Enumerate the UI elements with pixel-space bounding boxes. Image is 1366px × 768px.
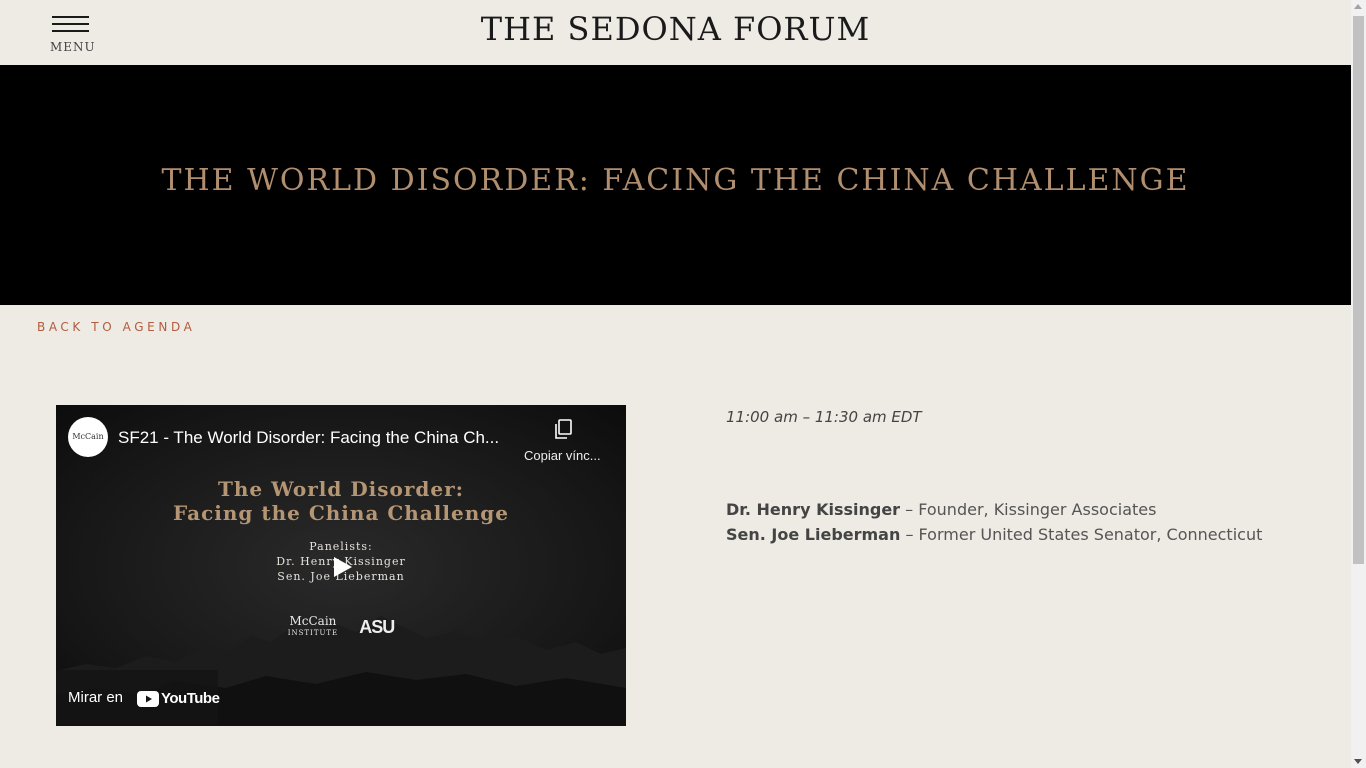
mccain-logo-text: McCain (289, 614, 337, 628)
copy-link-icon (555, 419, 572, 439)
site-title[interactable]: THE SEDONA FORUM (0, 10, 1351, 48)
speaker-role: – Founder, Kissinger Associates (900, 500, 1157, 519)
scroll-down-arrow-icon[interactable] (1354, 759, 1362, 764)
page-title: THE WORLD DISORDER: FACING THE CHINA CHA… (161, 163, 1190, 198)
hero-banner: THE WORLD DISORDER: FACING THE CHINA CHA… (0, 65, 1351, 305)
video-title[interactable]: SF21 - The World Disorder: Facing the Ch… (118, 428, 513, 448)
vertical-scrollbar[interactable] (1351, 0, 1366, 768)
thumbnail-logos: McCain INSTITUTE ASU (56, 615, 626, 639)
watch-on-label: Mirar en (68, 689, 124, 706)
watch-on-youtube-button[interactable]: Mirar en YouTube (56, 670, 220, 726)
scroll-up-arrow-icon[interactable] (1354, 4, 1362, 9)
thumbnail-title-line-1: The World Disorder: (217, 477, 465, 501)
site-header: MENU THE SEDONA FORUM (0, 0, 1351, 65)
speaker-list: Dr. Henry Kissinger – Founder, Kissinger… (726, 497, 1262, 547)
copy-link-label: Copiar vínc... (524, 448, 601, 463)
session-time: 11:00 am – 11:30 am EDT (726, 408, 922, 426)
asu-logo: ASU (359, 616, 395, 637)
mccain-logo-subtext: INSTITUTE (287, 629, 339, 637)
youtube-video-embed[interactable]: McCain Institute SF21 - The World Disord… (56, 405, 626, 726)
scrollbar-thumb[interactable] (1353, 16, 1364, 564)
play-icon[interactable] (330, 555, 354, 579)
page: MENU THE SEDONA FORUM THE WORLD DISORDER… (0, 0, 1366, 768)
speaker-row: Dr. Henry Kissinger – Founder, Kissinger… (726, 497, 1262, 522)
youtube-logo-icon: YouTube (137, 690, 220, 708)
speaker-name: Sen. Joe Lieberman (726, 525, 901, 544)
copy-link-button[interactable]: Copiar vínc... (524, 417, 614, 467)
channel-logo[interactable]: McCain Institute (68, 417, 108, 457)
thumbnail-title-line-2: Facing the China Challenge (173, 501, 509, 525)
speaker-role: – Former United States Senator, Connecti… (900, 525, 1263, 544)
panelists-heading: Panelists: (309, 540, 373, 553)
speaker-name: Dr. Henry Kissinger (726, 500, 901, 519)
speaker-row: Sen. Joe Lieberman – Former United State… (726, 522, 1262, 547)
back-to-agenda-link[interactable]: BACK TO AGENDA (37, 320, 195, 334)
youtube-logo-text: YouTube (161, 690, 220, 707)
thumbnail-title: The World Disorder: Facing the China Cha… (56, 477, 626, 525)
mccain-institute-logo: McCain INSTITUTE (288, 615, 338, 639)
